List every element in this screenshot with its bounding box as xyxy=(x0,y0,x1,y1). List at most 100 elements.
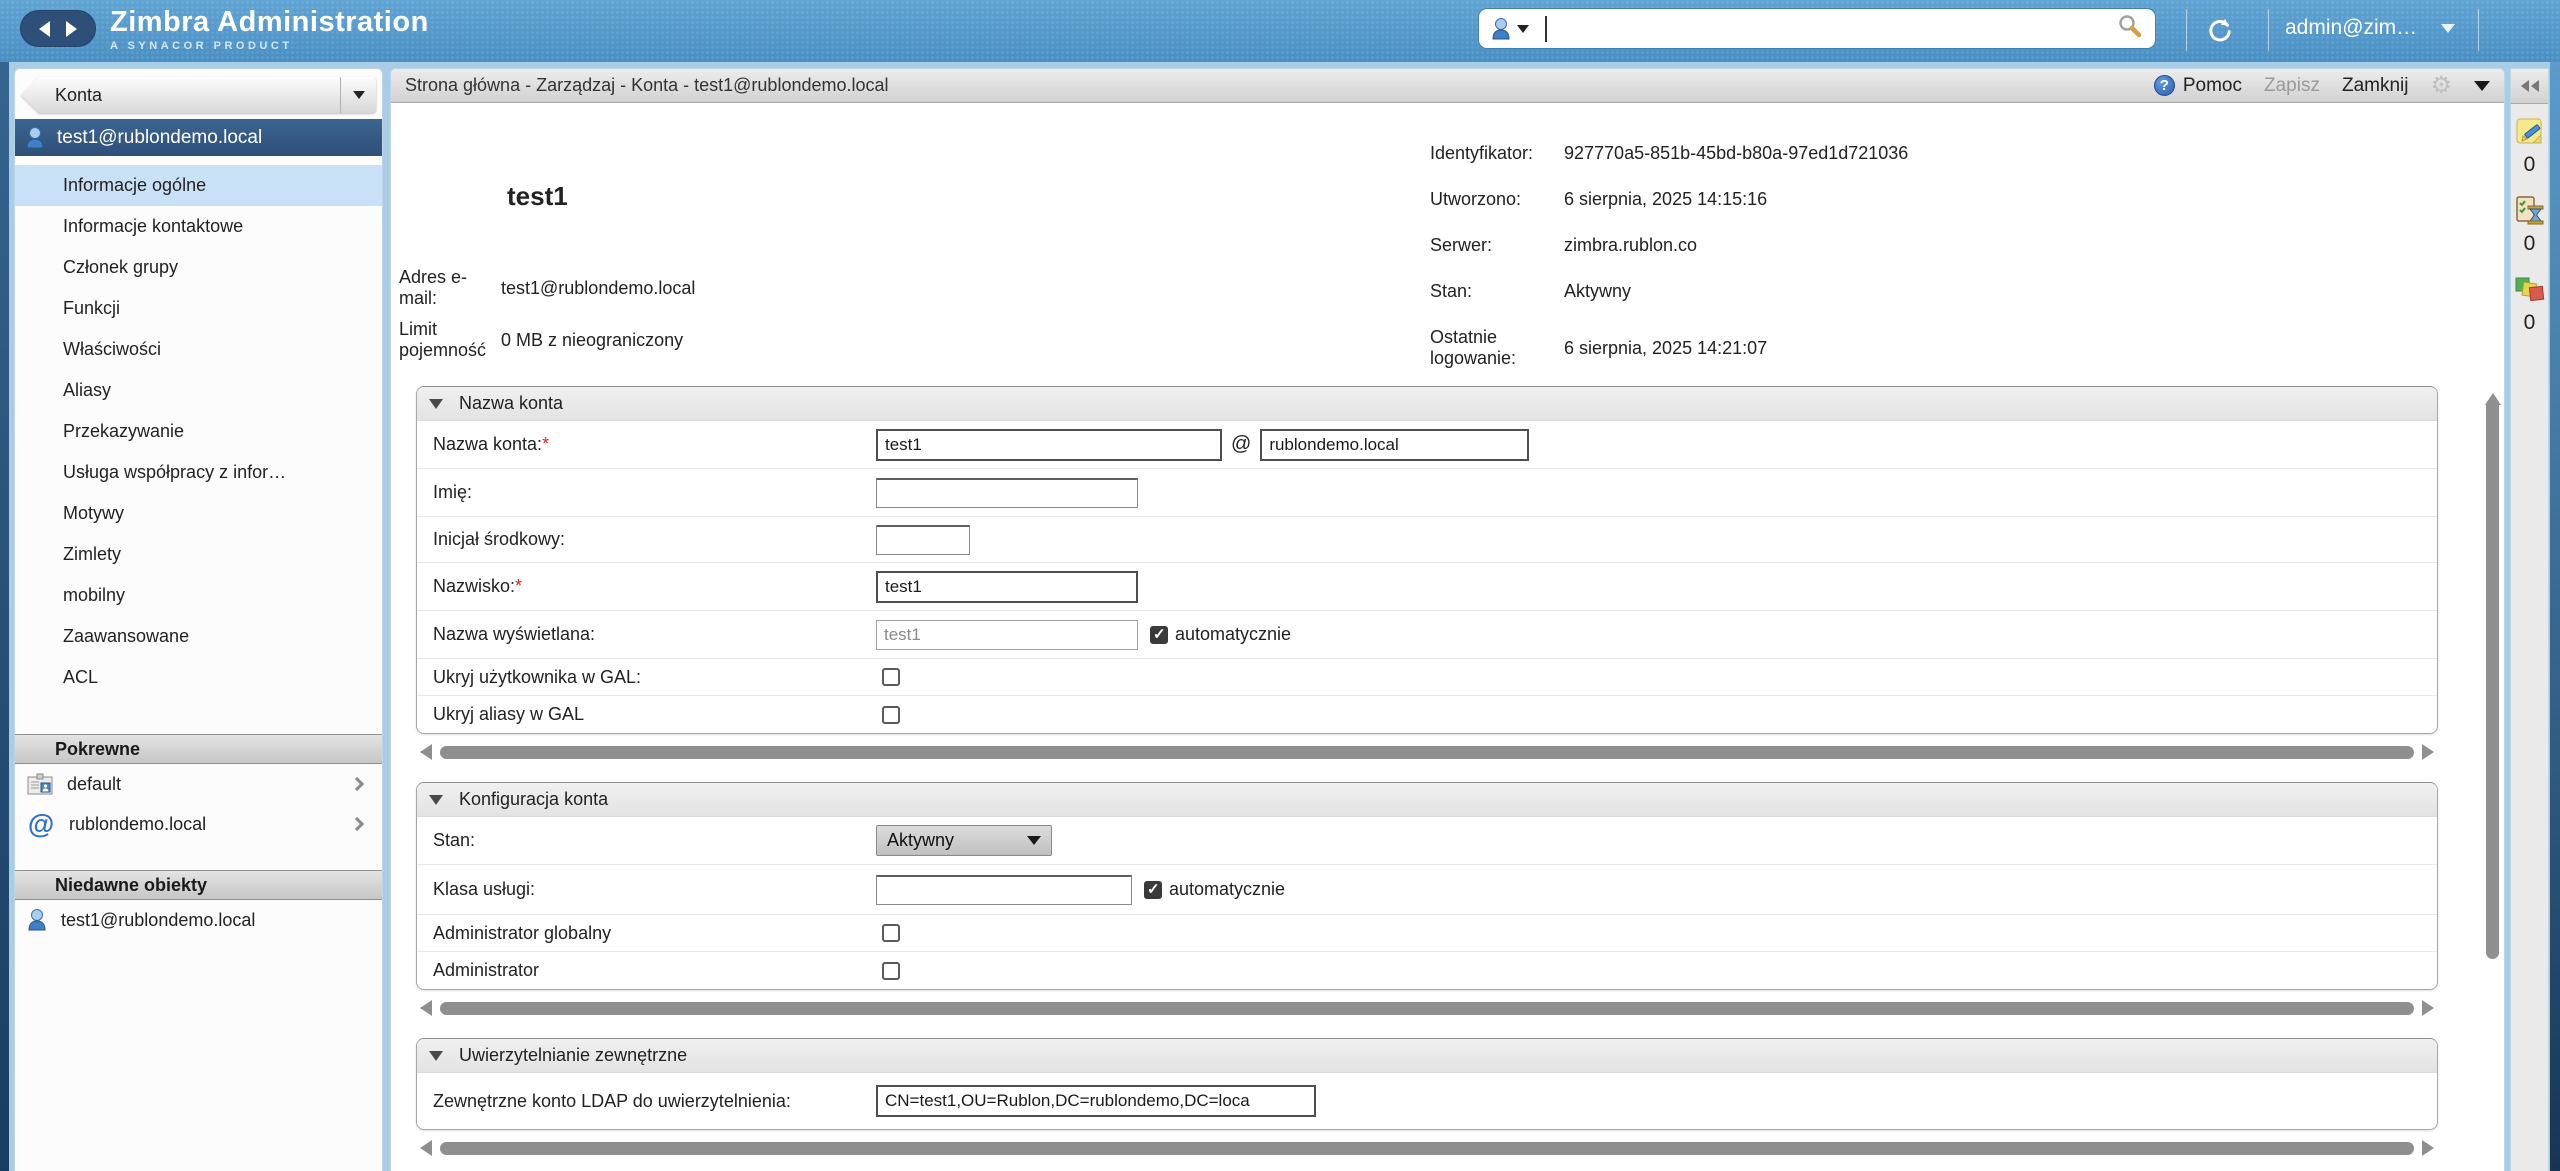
related-item-label: rublondemo.local xyxy=(69,814,338,835)
sidebar-item-czlonek-grupy[interactable]: Członek grupy xyxy=(15,247,382,288)
clipboard-hourglass-icon[interactable] xyxy=(2515,195,2545,230)
hide-aliases-checkbox[interactable] xyxy=(882,706,900,724)
collapse-triangle-icon[interactable] xyxy=(429,1051,443,1061)
chevron-down-icon xyxy=(353,91,365,99)
collapse-panel-button[interactable] xyxy=(2511,69,2548,104)
double-chevron-left-icon xyxy=(2531,80,2539,92)
sidebar-item-informacje-kontaktowe[interactable]: Informacje kontaktowe xyxy=(15,206,382,247)
cos-auto-checkbox[interactable] xyxy=(1144,881,1162,899)
admin-label: Administrator xyxy=(433,960,876,981)
status-select[interactable]: Aktywny xyxy=(876,825,1052,856)
window-frame-left xyxy=(0,62,9,1171)
nav-scope-label: Konta xyxy=(21,77,340,113)
sidebar-item-przekazywanie[interactable]: Przekazywanie xyxy=(15,411,382,452)
scroll-left-icon[interactable] xyxy=(420,1000,432,1016)
nav-scope-dropdown[interactable] xyxy=(340,77,376,113)
ldap-input[interactable] xyxy=(876,1085,1316,1117)
sidebar-item-wlasciwosci[interactable]: Właściwości xyxy=(15,329,382,370)
sidebar-item-zimlety[interactable]: Zimlety xyxy=(15,534,382,575)
sidebar-item-funkcji[interactable]: Funkcji xyxy=(15,288,382,329)
form-row-hide-in-gal: Ukryj użytkownika w GAL: xyxy=(417,659,2437,696)
section-external-auth-header[interactable]: Uwierzytelnianie zewnętrzne xyxy=(417,1039,2437,1073)
app-title: Zimbra Administration xyxy=(110,6,429,39)
search-icon[interactable] xyxy=(2117,13,2143,44)
display-name-auto-checkbox[interactable] xyxy=(1150,626,1168,644)
search-input[interactable] xyxy=(1547,14,2117,44)
chevron-right-icon[interactable] xyxy=(350,817,364,831)
scroll-left-icon[interactable] xyxy=(420,1140,432,1156)
form-row-cos: Klasa usługi: automatycznie xyxy=(417,865,2437,915)
colored-squares-icon[interactable] xyxy=(2515,274,2545,309)
sidebar-item-usluga-wspolpracy[interactable]: Usługa współpracy z infor… xyxy=(15,452,382,493)
scrollbar-thumb[interactable] xyxy=(440,1142,2414,1155)
chevron-down-icon[interactable] xyxy=(2474,81,2490,91)
status-label: Stan: xyxy=(1430,281,1564,302)
back-icon[interactable] xyxy=(39,21,50,37)
quota-value: 0 MB z nieograniczony xyxy=(501,330,901,351)
cos-input[interactable] xyxy=(876,875,1132,905)
scrollbar-thumb[interactable] xyxy=(440,746,2414,759)
first-name-input[interactable] xyxy=(876,478,1138,508)
recent-object-label: test1@rublondemo.local xyxy=(61,910,362,931)
search-type-selector[interactable] xyxy=(1479,17,1539,41)
hide-in-gal-checkbox[interactable] xyxy=(882,668,900,686)
sidebar-item-mobilny[interactable]: mobilny xyxy=(15,575,382,616)
global-admin-checkbox[interactable] xyxy=(882,924,900,942)
window-frame-right xyxy=(2550,62,2560,1171)
nav-scope-selector[interactable]: Konta xyxy=(21,77,376,113)
scroll-right-icon[interactable] xyxy=(2422,1140,2434,1156)
sidebar-selected-account[interactable]: test1@rublondemo.local xyxy=(15,119,382,156)
display-name-input[interactable] xyxy=(876,620,1138,650)
separator xyxy=(2186,9,2187,51)
sidebar-item-motywy[interactable]: Motywy xyxy=(15,493,382,534)
save-button[interactable]: Zapisz xyxy=(2264,75,2320,97)
toolbar-actions: Pomoc Zapisz Zamknij xyxy=(2154,71,2490,100)
section-account-setup-header[interactable]: Konfiguracja konta xyxy=(417,783,2437,817)
ldap-label: Zewnętrzne konto LDAP do uwierzytelnieni… xyxy=(433,1091,876,1112)
gear-icon[interactable] xyxy=(2430,71,2452,100)
collapse-triangle-icon[interactable] xyxy=(429,399,443,409)
last-name-input[interactable] xyxy=(876,571,1138,603)
scrollbar-thumb[interactable] xyxy=(440,1002,2414,1015)
objects-count: 0 xyxy=(2524,311,2536,335)
account-name-input[interactable] xyxy=(876,429,1222,461)
scrollbar-thumb[interactable] xyxy=(2486,399,2499,959)
forward-icon[interactable] xyxy=(66,21,77,37)
sidebar-item-acl[interactable]: ACL xyxy=(15,657,382,698)
recent-object-item[interactable]: test1@rublondemo.local xyxy=(15,900,382,940)
scroll-right-icon[interactable] xyxy=(2422,1000,2434,1016)
id-label: Identyfikator: xyxy=(1430,143,1564,164)
middle-initial-input[interactable] xyxy=(876,525,970,555)
section-account-name-header[interactable]: Nazwa konta xyxy=(417,387,2437,421)
chevron-down-icon xyxy=(2441,24,2455,33)
vertical-scrollbar[interactable] xyxy=(2485,376,2501,1165)
sidebar-item-zaawansowane[interactable]: Zaawansowane xyxy=(15,616,382,657)
scroll-right-icon[interactable] xyxy=(2422,744,2434,760)
close-button[interactable]: Zamknij xyxy=(2342,75,2409,97)
sidebar-item-informacje-ogolne[interactable]: Informacje ogólne xyxy=(15,165,382,206)
related-item-default[interactable]: default xyxy=(15,764,382,804)
refresh-icon[interactable] xyxy=(2205,16,2237,46)
breadcrumb: Strona główna - Zarządzaj - Konta - test… xyxy=(405,75,889,96)
double-chevron-left-icon xyxy=(2521,80,2529,92)
collapse-triangle-icon[interactable] xyxy=(429,795,443,805)
recent-objects-header: Niedawne obiekty xyxy=(15,870,382,900)
user-menu[interactable]: admin@zim… xyxy=(2285,16,2455,40)
scroll-left-icon[interactable] xyxy=(420,744,432,760)
horizontal-scrollbar[interactable] xyxy=(420,1000,2434,1016)
related-item-domain[interactable]: @ rublondemo.local xyxy=(15,804,382,844)
sidebar-item-aliasy[interactable]: Aliasy xyxy=(15,370,382,411)
admin-checkbox[interactable] xyxy=(882,962,900,980)
domain-input[interactable] xyxy=(1260,429,1529,461)
id-value: 927770a5-851b-45bd-b80a-97ed1d721036 xyxy=(1564,143,2464,164)
topbar: Zimbra Administration A SYNACOR PRODUCT xyxy=(0,0,2560,62)
account-summary: test1 Adres e-mail: test1@rublondemo.loc… xyxy=(391,103,2484,386)
note-pencil-icon[interactable] xyxy=(2515,116,2545,151)
help-button[interactable]: Pomoc xyxy=(2154,75,2242,97)
email-label: Adres e-mail: xyxy=(399,267,501,309)
first-name-label: Imię: xyxy=(433,482,876,503)
horizontal-scrollbar[interactable] xyxy=(420,744,2434,760)
notes-count: 0 xyxy=(2524,153,2536,177)
chevron-right-icon[interactable] xyxy=(350,777,364,791)
horizontal-scrollbar[interactable] xyxy=(420,1140,2434,1156)
